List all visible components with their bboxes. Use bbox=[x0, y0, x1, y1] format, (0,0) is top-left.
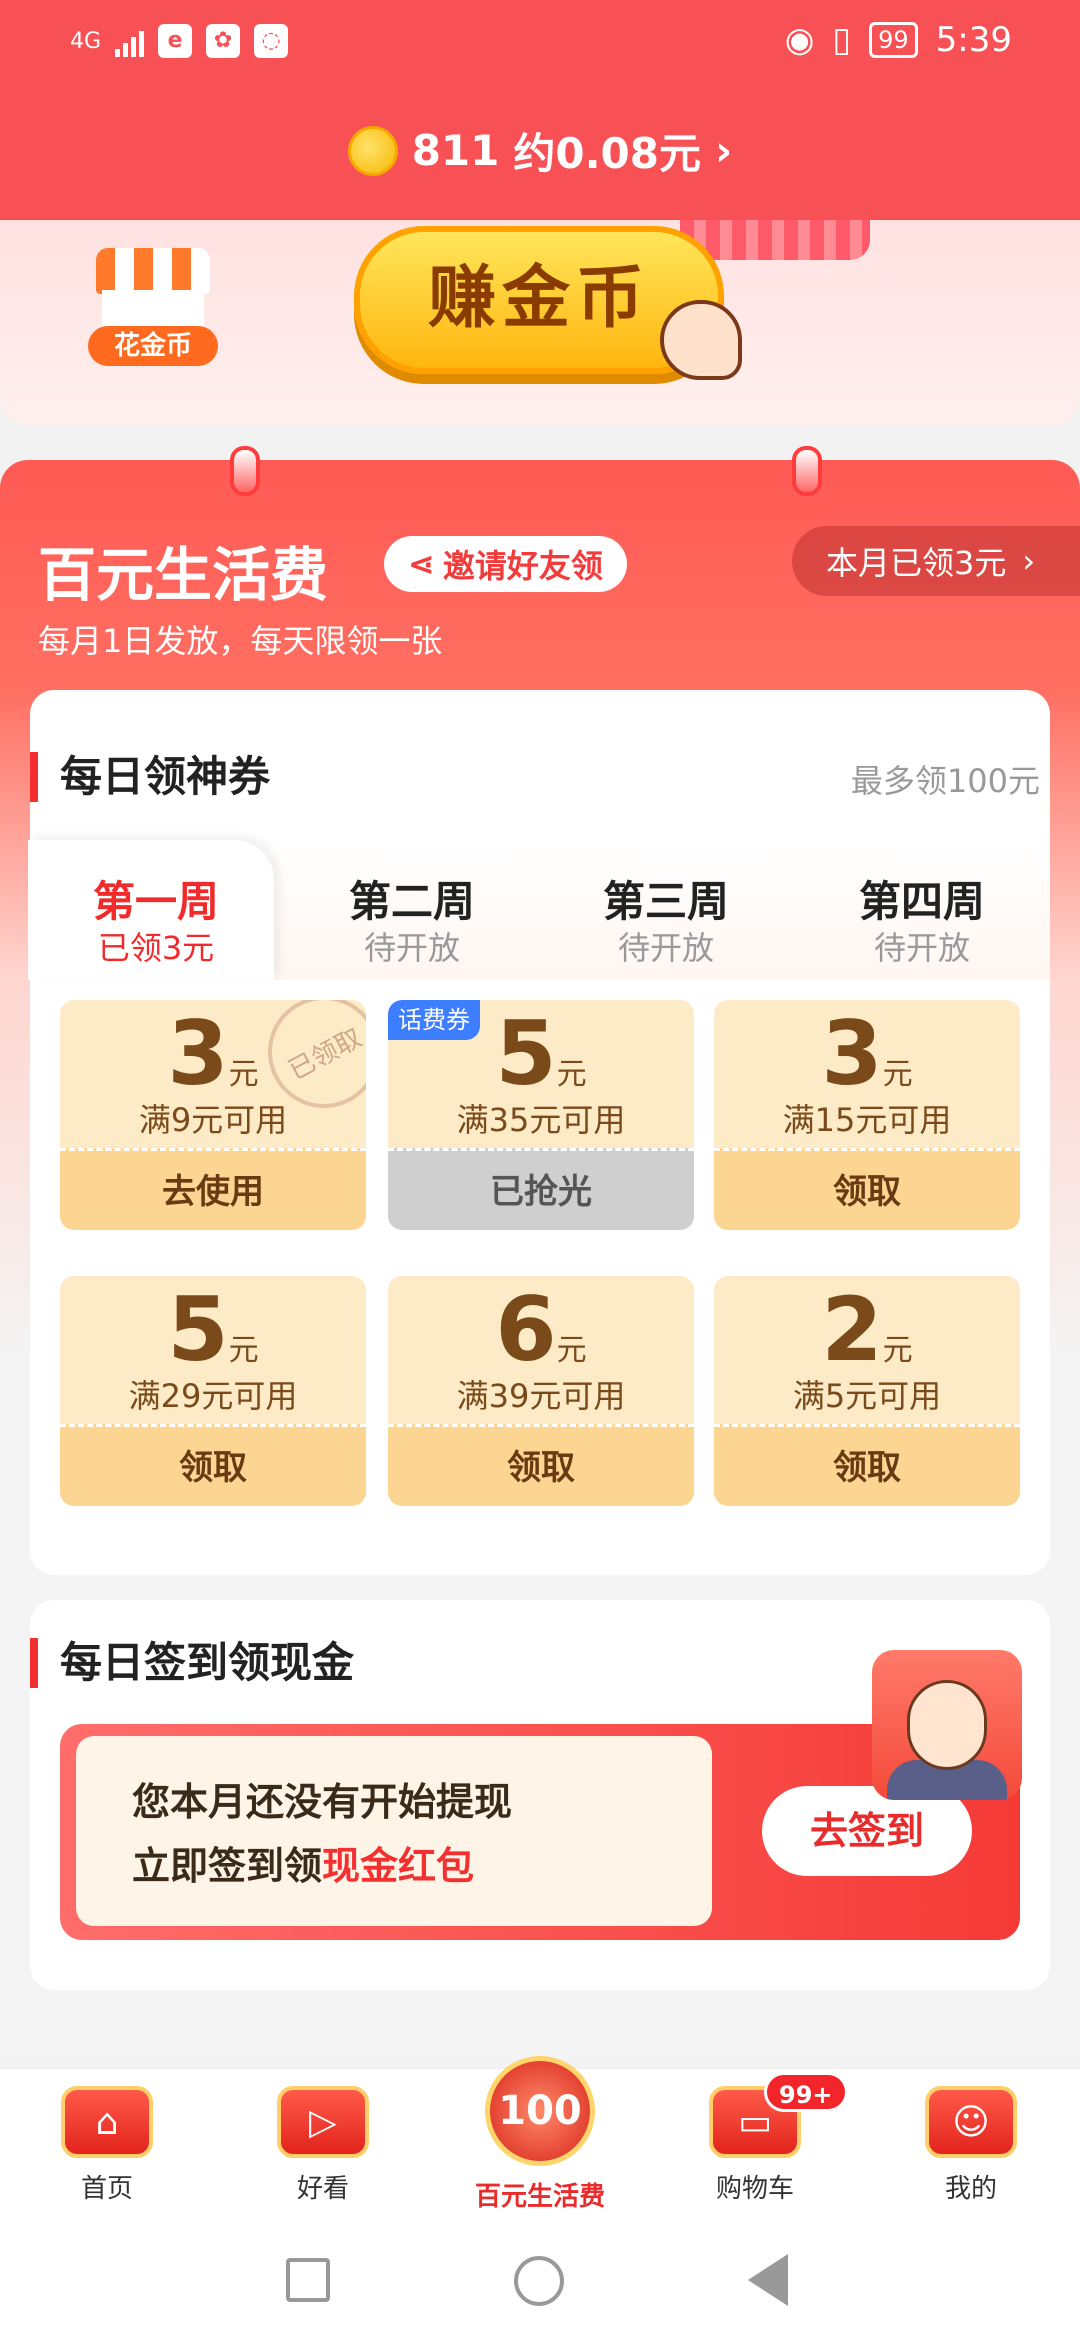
nav-mine[interactable]: ☺ 我的 bbox=[896, 2086, 1046, 2205]
shop-icon bbox=[96, 248, 210, 294]
recent-apps-button[interactable] bbox=[286, 2258, 330, 2302]
phone-bill-tag: 话费券 bbox=[388, 1000, 480, 1040]
battery-icon: 99 bbox=[869, 22, 918, 58]
coupon-amount: 3 bbox=[167, 1002, 229, 1105]
signin-message: 您本月还没有开始提现 立即签到领现金红包 bbox=[132, 1770, 512, 1898]
eye-icon: ◉ bbox=[784, 20, 815, 60]
share-icon: ⋖ bbox=[408, 545, 435, 583]
coin-balance[interactable]: 811 约0.08元 › bbox=[0, 120, 1080, 181]
coupon-card: 2元 满5元可用 领取 bbox=[714, 1276, 1020, 1506]
cart-badge: 99+ bbox=[764, 2072, 848, 2112]
coin-value: 约0.08元 bbox=[513, 129, 701, 178]
coupon-condition: 满29元可用 bbox=[128, 1377, 298, 1415]
customer-service-avatar[interactable] bbox=[872, 1650, 1022, 1800]
claim-coupon-button[interactable]: 领取 bbox=[714, 1424, 1020, 1506]
vibrate-icon: ▯ bbox=[832, 20, 852, 60]
tab-week-4[interactable]: 第四周 待开放 bbox=[802, 876, 1042, 968]
nav-watch[interactable]: ▷ 好看 bbox=[248, 2086, 398, 2205]
home-icon: ⌂ bbox=[61, 2086, 153, 2158]
coupon-condition: 满39元可用 bbox=[456, 1377, 626, 1415]
use-coupon-button[interactable]: 去使用 bbox=[60, 1148, 366, 1230]
browser-icon: e bbox=[158, 24, 193, 58]
coupon-condition: 满35元可用 bbox=[456, 1101, 626, 1139]
coupon-amount: 5 bbox=[495, 1002, 557, 1105]
coupon-condition: 满15元可用 bbox=[782, 1101, 952, 1139]
spend-coins-shop[interactable]: 花金币 bbox=[88, 248, 218, 368]
coin-amount: 811 bbox=[411, 126, 500, 175]
agent-face-icon bbox=[907, 1680, 987, 1770]
status-bar-right: ◉ ▯ 99 5:39 bbox=[785, 20, 1012, 60]
claim-coupon-button[interactable]: 领取 bbox=[388, 1424, 694, 1506]
tab-week-1[interactable]: 第一周 已领3元 bbox=[36, 876, 276, 968]
pin-icon bbox=[230, 446, 260, 496]
coupon-card: 6元 满39元可用 领取 bbox=[388, 1276, 694, 1506]
signin-line-2: 立即签到领 bbox=[132, 1844, 323, 1888]
shop-label: 花金币 bbox=[88, 326, 218, 366]
coupon-card: 3元 满15元可用 领取 bbox=[714, 1000, 1020, 1230]
back-button[interactable] bbox=[748, 2254, 788, 2306]
coupon-amount: 3 bbox=[821, 1002, 883, 1105]
status-bar-left: 4G e ✿ ◌ bbox=[70, 24, 289, 58]
signin-title: 每日签到领现金 bbox=[30, 1638, 354, 1688]
network-label: 4G bbox=[70, 28, 102, 54]
coupon-card: 5元 满29元可用 领取 bbox=[60, 1276, 366, 1506]
sold-out-button[interactable]: 已抢光 bbox=[388, 1148, 694, 1230]
face-icon: ☺ bbox=[925, 2086, 1017, 2158]
clock: 5:39 bbox=[935, 20, 1012, 60]
chevron-right-icon: › bbox=[715, 126, 733, 175]
coupons-max-label: 最多领100元 bbox=[850, 762, 1040, 800]
coin-icon bbox=[347, 125, 398, 176]
month-received-tag[interactable]: 本月已领3元 › bbox=[792, 526, 1080, 596]
nav-home[interactable]: ⌂ 首页 bbox=[32, 2086, 182, 2205]
play-icon: ▷ bbox=[277, 2086, 369, 2158]
cash-red-packet-text: 现金红包 bbox=[322, 1844, 475, 1888]
invite-label: 邀请好友领 bbox=[442, 547, 603, 585]
100-icon: 100 bbox=[485, 2056, 595, 2166]
huawei-icon: ✿ bbox=[206, 24, 241, 58]
claim-coupon-button[interactable]: 领取 bbox=[60, 1424, 366, 1506]
coupon-card: 话费券 5元 满35元可用 已抢光 bbox=[388, 1000, 694, 1230]
tab-week-3[interactable]: 第三周 待开放 bbox=[546, 876, 786, 968]
invite-friends-button[interactable]: ⋖ 邀请好友领 bbox=[384, 536, 627, 592]
chevron-right-icon: › bbox=[1022, 542, 1036, 580]
home-button[interactable] bbox=[514, 2256, 564, 2306]
signin-line-1: 您本月还没有开始提现 bbox=[132, 1780, 513, 1824]
panel-title: 百元生活费 bbox=[38, 541, 329, 609]
panel-subtitle: 每月1日发放，每天限领一张 bbox=[38, 622, 443, 660]
nav-living-allowance[interactable]: 100 百元生活费 bbox=[465, 2056, 615, 2213]
claim-coupon-button[interactable]: 领取 bbox=[714, 1148, 1020, 1230]
pointing-hand-icon bbox=[660, 300, 742, 380]
coupon-condition: 满5元可用 bbox=[792, 1377, 942, 1415]
coupon-amount: 2 bbox=[821, 1278, 883, 1381]
signal-icon bbox=[115, 25, 145, 57]
coupons-title: 每日领神券 bbox=[30, 752, 270, 802]
coupon-card: 已领取 3元 满9元可用 去使用 bbox=[60, 1000, 366, 1230]
message-icon: ◌ bbox=[254, 24, 289, 58]
coupon-amount: 6 bbox=[495, 1278, 557, 1381]
coupon-amount: 5 bbox=[167, 1278, 229, 1381]
month-received-label: 本月已领3元 bbox=[826, 544, 1007, 582]
tab-week-2[interactable]: 第二周 待开放 bbox=[292, 876, 532, 968]
pin-icon bbox=[792, 446, 822, 496]
